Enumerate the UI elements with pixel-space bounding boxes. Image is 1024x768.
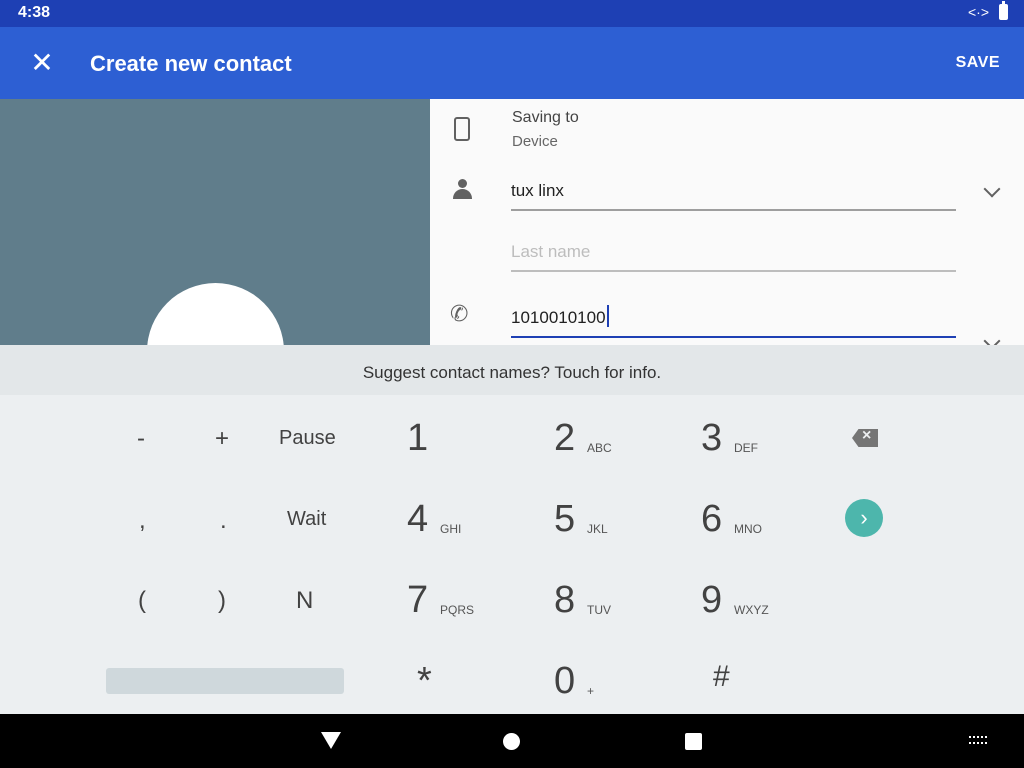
key-pause[interactable]: Pause [279, 427, 336, 450]
key-3-letters: DEF [734, 441, 758, 455]
person-icon [452, 179, 472, 199]
key-9[interactable]: 9 [701, 579, 722, 622]
key-8-letters: TUV [587, 603, 611, 617]
text-caret [606, 305, 609, 327]
key-wait[interactable]: Wait [287, 508, 326, 531]
dial-keypad: - + Pause , . Wait ( ) N 1 2 ABC 3 DEF 4… [0, 395, 1024, 714]
key-comma[interactable]: , [139, 507, 146, 535]
key-4[interactable]: 4 [407, 498, 428, 541]
key-5-letters: JKL [587, 522, 608, 536]
space-bar[interactable] [106, 668, 344, 694]
battery-icon [999, 1, 1008, 20]
key-2[interactable]: 2 [554, 417, 575, 460]
saving-to-value[interactable]: Device [512, 133, 558, 150]
key-4-letters: GHI [440, 522, 462, 536]
name-field[interactable]: tux linx [511, 181, 956, 211]
phone-field[interactable]: 1010010100 [511, 305, 956, 338]
key-9-letters: WXYZ [734, 603, 769, 617]
key-6-letters: MNO [734, 522, 762, 536]
save-button[interactable]: SAVE [956, 54, 1000, 72]
phone-value: 1010010100 [511, 308, 606, 327]
key-8[interactable]: 8 [554, 579, 575, 622]
key-plus[interactable]: + [215, 425, 229, 453]
keyboard-icon[interactable] [969, 736, 989, 746]
key-star[interactable]: * [417, 660, 432, 703]
screen: 4:38 <·> ✕ Create new contact SAVE Savin… [0, 0, 1024, 768]
key-0[interactable]: 0 [554, 660, 575, 703]
key-0-letters: + [587, 684, 595, 698]
key-minus[interactable]: - [137, 425, 145, 453]
device-icon [454, 117, 470, 141]
contact-photo-area[interactable] [0, 99, 430, 345]
key-period[interactable]: . [220, 507, 227, 535]
chevron-right-icon[interactable]: › [845, 499, 883, 537]
status-time: 4:38 [18, 4, 51, 21]
phone-icon: ✆ [450, 301, 469, 326]
data-transfer-icon: <·> [967, 4, 989, 20]
chevron-down-icon[interactable] [983, 332, 1001, 345]
saving-to-label: Saving to [512, 109, 579, 126]
key-3[interactable]: 3 [701, 417, 722, 460]
key-7-letters: PQRS [440, 603, 475, 617]
key-n[interactable]: N [296, 587, 313, 615]
key-hash[interactable]: # [713, 660, 730, 694]
home-icon[interactable] [503, 733, 520, 750]
chevron-down-icon[interactable] [983, 180, 1001, 198]
recents-icon[interactable] [685, 733, 702, 750]
close-icon[interactable]: ✕ [22, 43, 62, 83]
back-icon[interactable] [321, 732, 341, 749]
navigation-bar [0, 714, 1024, 768]
key-5[interactable]: 5 [554, 498, 575, 541]
page-title: Create new contact [90, 51, 292, 76]
key-close-paren[interactable]: ) [218, 587, 226, 615]
app-bar: ✕ Create new contact SAVE [0, 27, 1024, 99]
avatar[interactable] [147, 283, 284, 345]
backspace-icon[interactable] [852, 429, 878, 447]
key-1[interactable]: 1 [407, 417, 428, 460]
contact-form: Saving to Device tux linx Last name ✆ 10… [430, 99, 1024, 345]
status-bar: 4:38 <·> [0, 0, 1024, 27]
key-7[interactable]: 7 [407, 579, 428, 622]
suggest-contact-names-bar[interactable]: Suggest contact names? Touch for info. [0, 345, 1024, 395]
key-open-paren[interactable]: ( [138, 587, 146, 615]
last-name-field[interactable]: Last name [511, 242, 956, 272]
key-2-letters: ABC [587, 441, 612, 455]
status-icons: <·> [967, 1, 1008, 20]
key-6[interactable]: 6 [701, 498, 722, 541]
